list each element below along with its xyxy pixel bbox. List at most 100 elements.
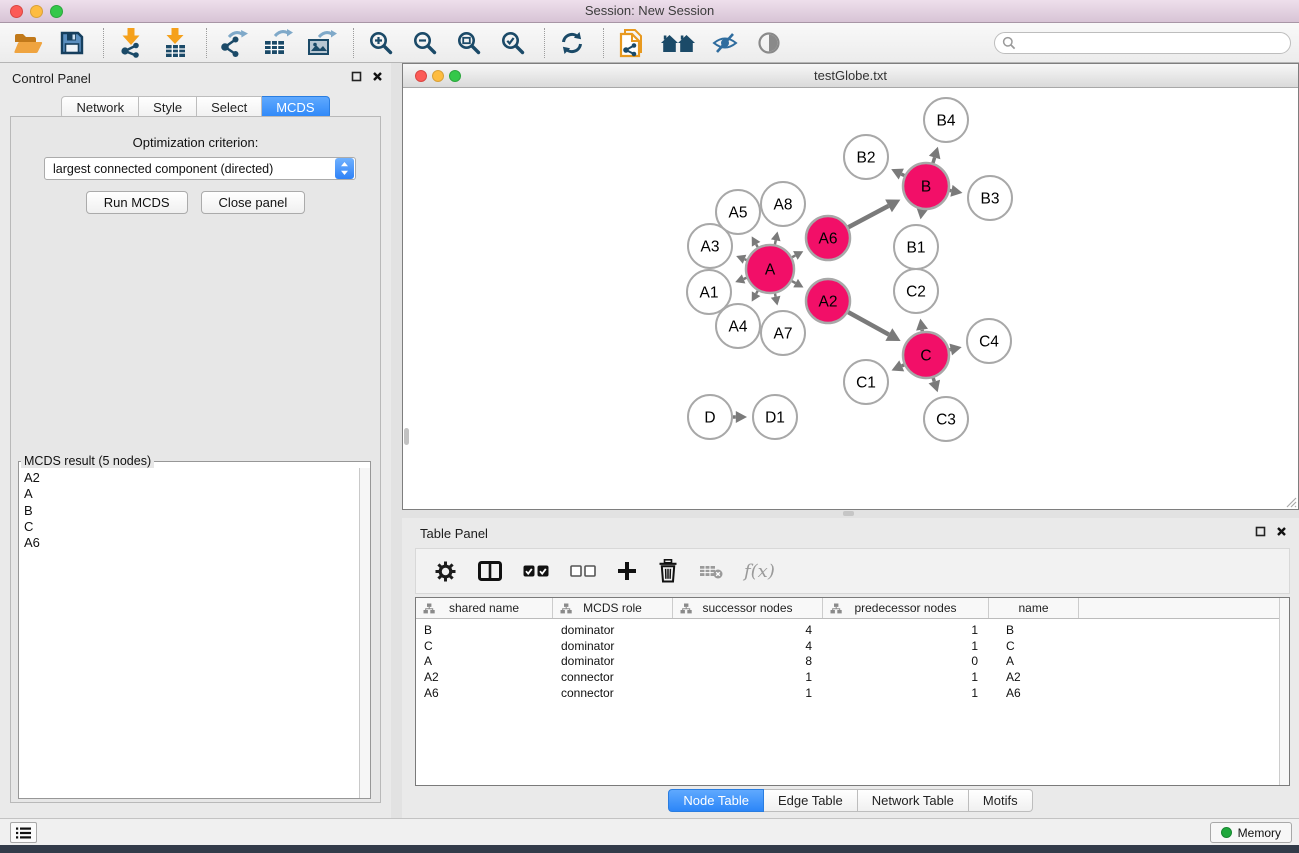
edge-A6-B[interactable] [848,206,888,227]
graph-node-A[interactable]: A [746,245,794,293]
table-cell[interactable]: 0 [823,654,989,670]
table-cell[interactable]: 1 [673,670,823,686]
graph-node-B3[interactable]: B3 [968,176,1012,220]
graph-node-B4[interactable]: B4 [924,98,968,142]
memory-button[interactable]: Memory [1210,822,1292,843]
table-cell[interactable]: dominator [553,623,673,639]
zoom-window-button[interactable] [50,5,63,18]
edge-C-C3[interactable] [933,378,934,382]
edge-A2-C[interactable] [848,312,889,334]
graph-node-A5[interactable]: A5 [716,190,760,234]
create-column-button[interactable] [617,561,637,581]
table-row[interactable]: A2connector11A2 [416,670,1289,686]
table-cell[interactable]: 1 [823,686,989,702]
minimize-network-button[interactable] [432,70,444,82]
column-header-shared-name[interactable]: shared name [416,598,553,618]
edge-A-A4[interactable] [756,291,758,294]
edge-C-C1[interactable] [902,365,904,366]
table-cell[interactable]: 1 [673,686,823,702]
zoom-network-button[interactable] [449,70,461,82]
close-panel-icon[interactable] [372,71,383,82]
save-session-button[interactable] [57,27,87,59]
edge-A-A2[interactable] [792,281,796,283]
table-cell[interactable]: C [989,639,1079,655]
table-cell[interactable]: A [416,654,553,670]
column-header-name[interactable]: name [989,598,1079,618]
table-cell[interactable]: 4 [673,623,823,639]
clone-network-button[interactable] [616,27,646,59]
graph-node-C2[interactable]: C2 [894,269,938,313]
contrast-view-button[interactable] [754,27,784,59]
table-cell[interactable]: B [989,623,1079,639]
float-panel-icon[interactable] [351,71,362,82]
edge-A-A3[interactable] [745,259,747,260]
close-network-button[interactable] [415,70,427,82]
column-header-successor-nodes[interactable]: successor nodes [673,598,823,618]
zoom-fit-button[interactable] [454,27,484,59]
table-cell[interactable]: 1 [823,670,989,686]
graph-node-A1[interactable]: A1 [687,270,731,314]
network-canvas[interactable]: ABCA2A6A1A3A4A5A7A8B1B2B3B4C1C2C3C4DD1 [403,88,1298,509]
close-panel-icon[interactable] [1276,526,1287,537]
import-network-button[interactable] [116,27,146,59]
close-panel-button[interactable]: Close panel [201,191,306,214]
graph-node-A6[interactable]: A6 [806,216,850,260]
table-cell[interactable]: A [989,654,1079,670]
table-cell[interactable]: dominator [553,639,673,655]
result-list-scrollbar[interactable] [359,468,370,798]
minimize-window-button[interactable] [30,5,43,18]
hide-panel-button[interactable] [710,27,740,59]
export-network-button[interactable] [219,27,249,59]
zoom-selected-button[interactable] [498,27,528,59]
table-cell[interactable]: connector [553,686,673,702]
resize-grip-icon[interactable] [1283,494,1297,508]
edge-A-A5[interactable] [756,244,758,247]
tab-motifs[interactable]: Motifs [969,789,1033,812]
search-input[interactable] [1016,34,1290,52]
edge-B-B4[interactable] [933,158,935,164]
graph-node-A7[interactable]: A7 [761,311,805,355]
result-item[interactable]: B [20,503,358,519]
table-settings-button[interactable] [434,560,457,583]
run-mcds-button[interactable]: Run MCDS [86,191,188,214]
tab-edge-table[interactable]: Edge Table [764,789,858,812]
column-header-mcds-role[interactable]: MCDS role [553,598,673,618]
edge-A-A1[interactable] [744,278,747,279]
zoom-in-button[interactable] [366,27,396,59]
graph-node-A2[interactable]: A2 [806,279,850,323]
graph-node-C[interactable]: C [903,332,949,378]
deselect-all-button[interactable] [570,564,596,578]
graph-node-A4[interactable]: A4 [716,304,760,348]
tab-network-table[interactable]: Network Table [858,789,969,812]
table-cell[interactable]: A6 [416,686,553,702]
zoom-out-button[interactable] [410,27,440,59]
graph-node-D[interactable]: D [688,395,732,439]
graph-node-A8[interactable]: A8 [761,182,805,226]
edge-A-A8[interactable] [775,240,776,244]
table-row[interactable]: A6connector11A6 [416,686,1289,702]
edge-B-B2[interactable] [901,174,904,175]
result-item[interactable]: A6 [20,535,358,551]
column-header-predecessor-nodes[interactable]: predecessor nodes [823,598,989,618]
table-cell[interactable]: dominator [553,654,673,670]
import-table-button[interactable] [160,27,190,59]
table-cell[interactable]: 4 [673,639,823,655]
function-builder-button[interactable]: f(x) [744,561,775,582]
open-session-button[interactable] [13,27,43,59]
canvas-horizontal-scrollbar[interactable] [843,511,854,516]
result-item[interactable]: A [20,486,358,502]
table-cell[interactable]: connector [553,670,673,686]
delete-table-button[interactable] [699,563,723,579]
graph-node-B1[interactable]: B1 [894,225,938,269]
close-window-button[interactable] [10,5,23,18]
table-row[interactable]: Bdominator41B [416,623,1289,639]
float-panel-icon[interactable] [1255,526,1266,537]
export-table-button[interactable] [263,27,293,59]
canvas-vertical-scrollbar[interactable] [404,428,409,445]
tab-node-table[interactable]: Node Table [668,789,764,812]
show-column-button[interactable] [478,561,502,581]
table-cell[interactable]: A2 [989,670,1079,686]
table-cell[interactable]: 8 [673,654,823,670]
graph-node-B[interactable]: B [903,163,949,209]
select-all-button[interactable] [523,564,549,578]
